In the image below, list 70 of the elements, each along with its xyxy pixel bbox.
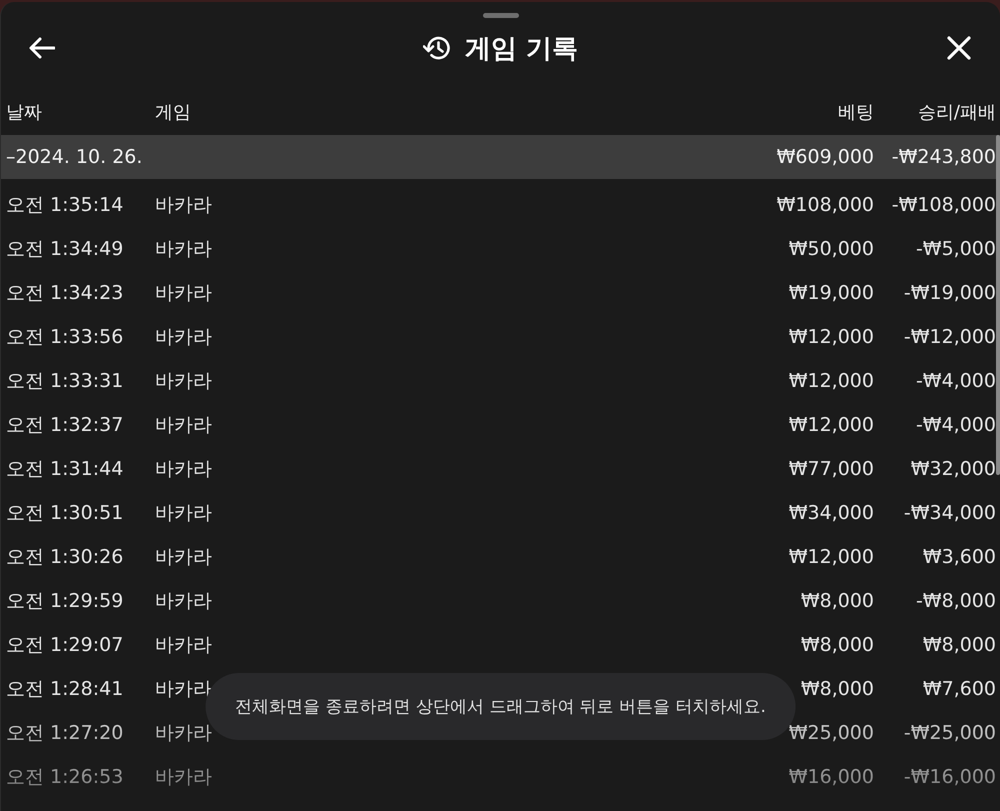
drag-handle[interactable]: [482, 13, 518, 18]
result-cell-text: -₩8,000: [914, 590, 996, 612]
result-cell-text: ₩7,600: [922, 678, 996, 700]
column-header: 게임: [155, 101, 192, 124]
bet-cell-text: ₩8,000: [800, 590, 874, 612]
bet-cell-text: ₩12,000: [788, 370, 874, 392]
result-cell-text: -₩5,000: [914, 238, 996, 260]
game-cell-text: 바카라: [155, 633, 213, 658]
time-cell-text: 오전 1:34:23: [6, 281, 124, 306]
game-cell-text: 바카라: [155, 193, 213, 218]
result-cell-text: ₩3,600: [922, 546, 996, 568]
group-date: –2024. 10. 26.: [6, 146, 144, 168]
time-cell-text: 오전 1:32:37: [6, 413, 124, 438]
game-cell-text: 바카라: [155, 457, 213, 482]
time-cell-text: 오전 1:29:07: [6, 633, 124, 658]
game-cell-text: 바카라: [155, 721, 213, 746]
time-cell-text: 오전 1:33:31: [6, 369, 124, 394]
time-cell-text: 오전 1:27:20: [6, 721, 124, 746]
time-cell-text: 오전 1:34:49: [6, 237, 124, 262]
bet-cell-text: ₩16,000: [788, 766, 874, 788]
page-title: 게임 기록: [464, 32, 578, 66]
column-header: 승리/패배: [916, 101, 996, 124]
result-cell-text: -₩16,000: [902, 766, 996, 788]
column-header: 날짜: [6, 101, 43, 124]
time-cell-text: 오전 1:29:59: [6, 589, 124, 614]
result-cell-text: -₩4,000: [914, 414, 996, 436]
bet-cell-text: ₩8,000: [800, 634, 874, 656]
column-header: 베팅: [837, 101, 874, 124]
scrollbar-thumb[interactable]: [996, 135, 1000, 475]
time-cell-text: 오전 1:26:53: [6, 765, 124, 790]
bet-cell-text: ₩50,000: [788, 238, 874, 260]
result-cell-text: ₩32,000: [910, 458, 996, 480]
back-arrow-icon: [29, 37, 55, 59]
time-cell-text: 오전 1:35:14: [6, 193, 124, 218]
bet-cell-text: ₩12,000: [788, 546, 874, 568]
game-cell-text: 바카라: [155, 501, 213, 526]
close-icon: [947, 36, 971, 60]
group-bet-total: ₩609,000: [776, 146, 874, 168]
time-cell-text: 오전 1:33:56: [6, 325, 124, 350]
result-cell-text: ₩8,000: [922, 634, 996, 656]
time-cell-text: 오전 1:31:44: [6, 457, 124, 482]
game-cell-text: 바카라: [155, 589, 213, 614]
bet-cell-text: ₩12,000: [788, 326, 874, 348]
time-cell-text: 오전 1:28:41: [6, 677, 124, 702]
group-result-total: -₩243,800: [890, 146, 996, 168]
date-group-row[interactable]: –2024. 10. 26. ₩609,000 -₩243,800: [1, 135, 1000, 179]
history-icon: [422, 35, 451, 61]
game-cell-text: 바카라: [155, 413, 213, 438]
bet-cell-text: ₩34,000: [788, 502, 874, 524]
game-cell-text: 바카라: [155, 281, 213, 306]
bet-cell-text: ₩19,000: [788, 282, 874, 304]
game-cell-text: 바카라: [155, 765, 213, 790]
result-cell-text: -₩34,000: [902, 502, 996, 524]
game-cell-text: 바카라: [155, 369, 213, 394]
result-cell-text: -₩108,000: [890, 194, 996, 216]
bet-cell-text: ₩77,000: [788, 458, 874, 480]
time-cell-text: 오전 1:30:26: [6, 545, 124, 570]
time-cell-text: 오전 1:30:51: [6, 501, 124, 526]
game-cell-text: 바카라: [155, 325, 213, 350]
game-cell-text: 바카라: [155, 545, 213, 570]
result-cell-text: -₩12,000: [902, 326, 996, 348]
bet-cell-text: ₩8,000: [800, 678, 874, 700]
game-cell-text: 바카라: [155, 677, 213, 702]
bet-cell-text: ₩12,000: [788, 414, 874, 436]
bet-cell-text: ₩25,000: [788, 722, 874, 744]
result-cell-text: -₩4,000: [914, 370, 996, 392]
result-cell-text: -₩25,000: [902, 722, 996, 744]
game-cell-text: 바카라: [155, 237, 213, 262]
result-cell-text: -₩19,000: [902, 282, 996, 304]
bet-cell-text: ₩108,000: [776, 194, 874, 216]
